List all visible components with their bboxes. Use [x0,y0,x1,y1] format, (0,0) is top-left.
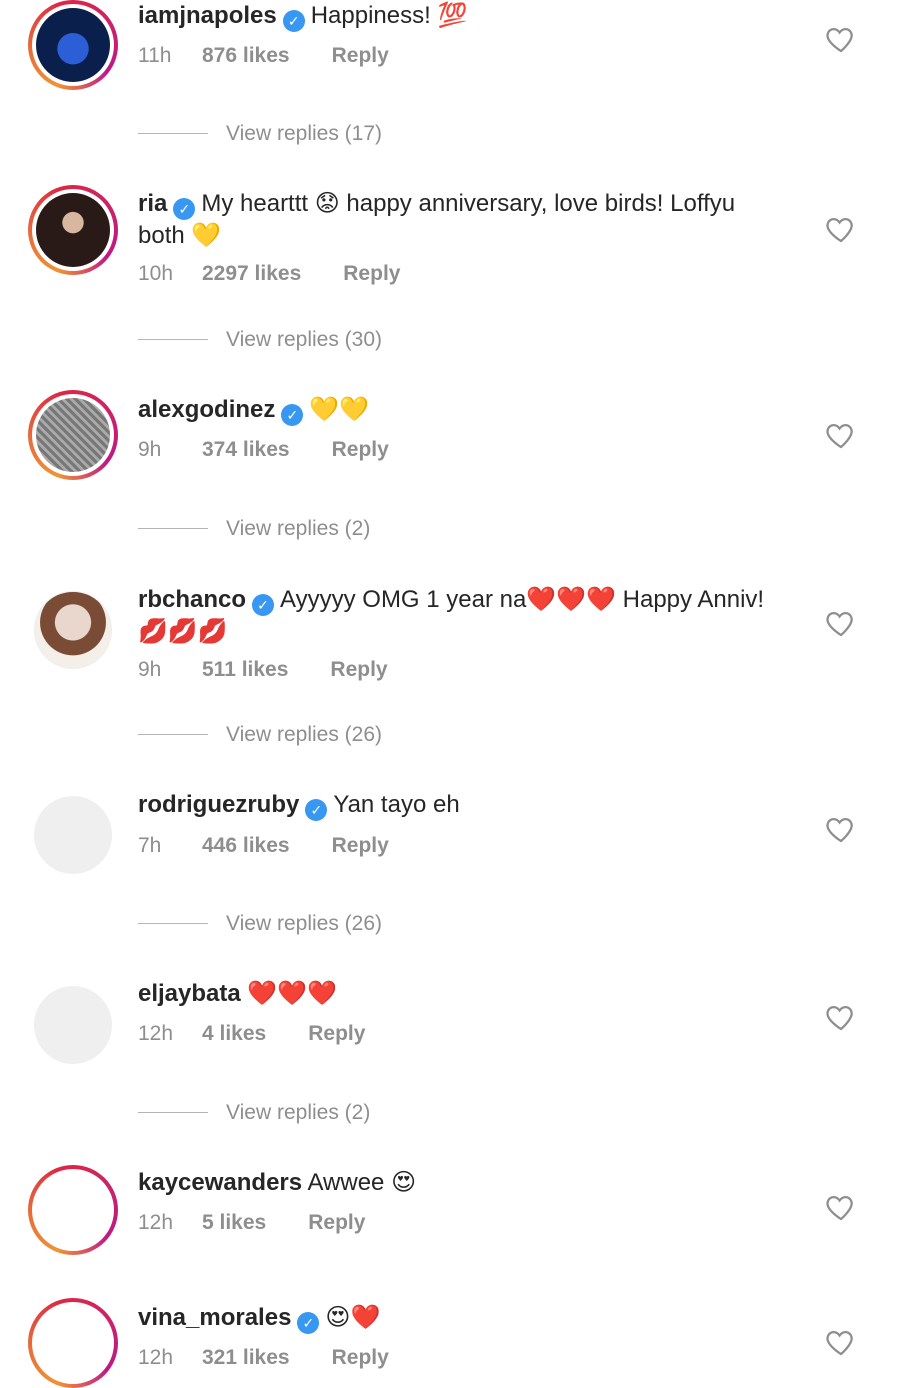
avatar[interactable] [28,1165,118,1255]
likes-count[interactable]: 4 likes [202,1022,266,1046]
comment-emoji: 😍 [391,1168,417,1196]
comment-emoji: ❤️❤️❤️ [247,979,338,1007]
verified-badge-icon: ✓ [305,799,328,821]
verified-badge-icon: ✓ [297,1312,320,1334]
username[interactable]: eljaybata [138,980,241,1007]
comment-meta: 12h 321 likes Reply [138,1346,389,1370]
comment-text: alexgodinez ✓ 💛💛 [138,394,788,426]
comment-time: 7h [138,834,162,857]
comment-body: My hearttt 😟 happy anniversary, love bir… [138,190,736,249]
comment-text: vina_morales ✓ 😍❤️ [138,1302,788,1334]
divider-line [138,734,208,735]
comment-time: 12h [138,1346,174,1369]
comment-time: 10h [138,262,174,285]
likes-count[interactable]: 876 likes [202,44,290,68]
view-replies-link[interactable]: View replies (30) [138,328,382,352]
username[interactable]: alexgodinez [138,396,275,423]
avatar[interactable] [28,1298,118,1388]
divider-line [138,528,208,529]
likes-count[interactable]: 321 likes [202,1346,290,1370]
view-replies-label[interactable]: View replies (2) [226,517,370,540]
divider-line [138,1112,208,1113]
view-replies-link[interactable]: View replies (26) [138,723,382,747]
comment-text: eljaybata ❤️❤️❤️ [138,978,788,1009]
view-replies-label[interactable]: View replies (17) [226,122,382,145]
avatar[interactable] [34,591,112,669]
comment-emoji: 💯 [437,1,468,29]
likes-count[interactable]: 446 likes [202,834,290,858]
heart-outline-icon[interactable] [824,1000,858,1034]
reply-button[interactable]: Reply [308,1022,365,1046]
reply-button[interactable]: Reply [332,438,389,462]
verified-badge-icon: ✓ [252,594,275,616]
comment-time: 11h [138,44,172,67]
reply-button[interactable]: Reply [343,262,400,286]
comment-time: 12h [138,1022,174,1045]
comment-text: ria ✓ My hearttt 😟 happy anniversary, love… [138,188,788,251]
username[interactable]: rbchanco [138,586,246,613]
comment-meta: 12h 4 likes Reply [138,1022,365,1046]
heart-outline-icon[interactable] [824,1325,858,1359]
avatar[interactable] [28,390,118,480]
verified-badge-icon: ✓ [281,404,304,426]
comment-meta: 11h 876 likes Reply [138,44,389,68]
heart-outline-icon[interactable] [824,812,858,846]
comment-text: iamjnapoles ✓ Happiness! 💯 [138,0,788,32]
likes-count[interactable]: 374 likes [202,438,290,462]
comment-meta: 9h 374 likes Reply [138,438,389,462]
comment-time: 12h [138,1211,174,1234]
view-replies-label[interactable]: View replies (26) [226,723,382,746]
reply-button[interactable]: Reply [332,1346,389,1370]
heart-outline-icon[interactable] [824,1190,858,1224]
likes-count[interactable]: 511 likes [202,658,288,682]
likes-count[interactable]: 5 likes [202,1211,266,1235]
username[interactable]: kaycewanders [138,1169,302,1196]
comment-meta: 7h 446 likes Reply [138,834,389,858]
avatar[interactable] [28,185,118,275]
view-replies-label[interactable]: View replies (2) [226,1101,370,1124]
reply-button[interactable]: Reply [332,834,389,858]
comment-time: 9h [138,438,162,461]
username[interactable]: vina_morales [138,1304,291,1331]
comment-emoji: 💛💛 [309,395,370,423]
verified-badge-icon: ✓ [173,198,196,220]
view-replies-label[interactable]: View replies (30) [226,328,382,351]
heart-outline-icon[interactable] [824,212,858,246]
comment-time: 9h [138,658,162,681]
divider-line [138,339,208,340]
view-replies-link[interactable]: View replies (26) [138,912,382,936]
avatar[interactable] [34,986,112,1064]
view-replies-link[interactable]: View replies (2) [138,517,370,541]
heart-outline-icon[interactable] [824,418,858,452]
comment-emoji: 😍❤️ [325,1303,381,1331]
comment-meta: 9h 511 likes Reply [138,658,388,682]
reply-button[interactable]: Reply [330,658,387,682]
divider-line [138,133,208,134]
username[interactable]: ria [138,190,167,217]
view-replies-link[interactable]: View replies (2) [138,1101,370,1125]
comment-text: rbchanco ✓ Ayyyyy OMG 1 year na❤️❤️❤️ Happ… [138,584,788,647]
reply-button[interactable]: Reply [308,1211,365,1235]
verified-badge-icon: ✓ [282,10,305,32]
divider-line [138,923,208,924]
avatar[interactable] [28,0,118,90]
likes-count[interactable]: 2297 likes [202,262,301,286]
comment-meta: 12h 5 likes Reply [138,1211,365,1235]
comment-body: Happiness! [310,2,438,29]
comment-meta: 10h 2297 likes Reply [138,262,400,286]
view-replies-label[interactable]: View replies (26) [226,912,382,935]
username[interactable]: iamjnapoles [138,2,277,29]
view-replies-link[interactable]: View replies (17) [138,122,382,146]
comment-text: kaycewanders Awwee 😍 [138,1167,788,1198]
comment-body: Yan tayo eh [333,791,460,818]
heart-outline-icon[interactable] [824,22,858,56]
username[interactable]: rodriguezruby [138,791,299,818]
avatar[interactable] [34,796,112,874]
reply-button[interactable]: Reply [332,44,389,68]
comment-body: Awwee [307,1169,392,1196]
heart-outline-icon[interactable] [824,606,858,640]
comment-text: rodriguezruby ✓ Yan tayo eh [138,789,788,821]
